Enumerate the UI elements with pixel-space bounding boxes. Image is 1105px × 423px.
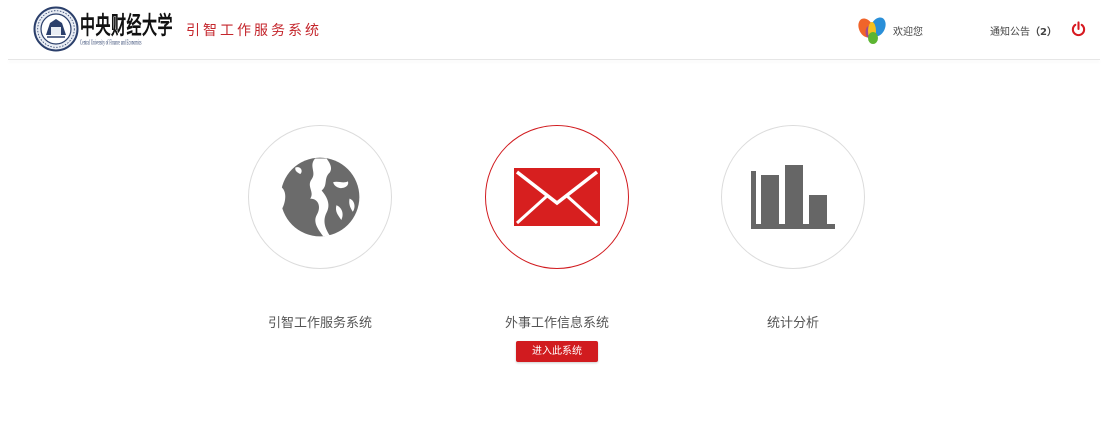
notice-link[interactable]: 通知公告（2）: [990, 23, 1057, 38]
system-circle-statistics[interactable]: [721, 125, 865, 269]
notice-count: （2）: [1030, 27, 1057, 38]
system-label-statistics[interactable]: 统计分析: [701, 312, 885, 331]
system-label-yinzhi[interactable]: 引智工作服务系统: [228, 312, 412, 331]
enter-system-button[interactable]: 进入此系统: [516, 341, 598, 362]
system-card-statistics[interactable]: 统计分析: [721, 125, 865, 365]
system-card-yinzhi[interactable]: 引智工作服务系统: [248, 125, 392, 365]
university-name-cn: 中央财经大学: [80, 11, 174, 40]
university-name-en: Central University of Finance and Econom…: [80, 38, 142, 47]
power-icon[interactable]: [1071, 21, 1086, 37]
butterfly-logo-icon: [858, 17, 886, 44]
system-label-waishi[interactable]: 外事工作信息系统: [465, 312, 649, 331]
system-circle-yinzhi[interactable]: [248, 125, 392, 269]
university-emblem-icon: [33, 6, 79, 52]
globe-icon: [280, 157, 360, 237]
notice-label: 通知公告: [990, 27, 1030, 38]
system-circle-waishi[interactable]: [485, 125, 629, 269]
bar-chart-icon: [751, 165, 835, 229]
system-card-waishi[interactable]: 外事工作信息系统 进入此系统: [485, 125, 629, 365]
top-header: 中央财经大学 Central University of Finance and…: [0, 0, 1105, 60]
welcome-text: 欢迎您: [893, 27, 923, 38]
system-title: 引智工作服务系统: [186, 23, 322, 39]
envelope-icon: [514, 168, 600, 226]
